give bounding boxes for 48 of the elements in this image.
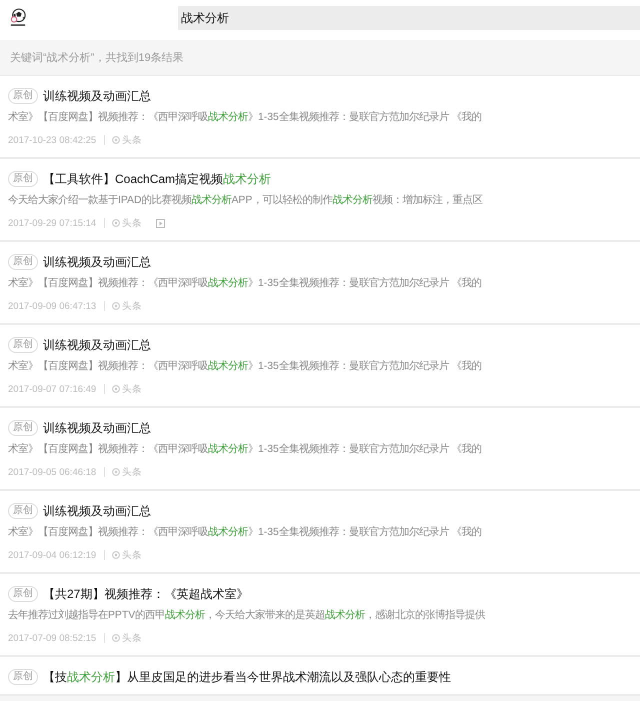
circle-icon bbox=[112, 136, 120, 144]
result-title[interactable]: 训练视频及动画汇总 bbox=[43, 502, 151, 520]
result-title[interactable]: 【工具软件】CoachCam搞定视频战术分析 bbox=[43, 170, 272, 188]
original-badge: 原创 bbox=[8, 420, 38, 436]
search-field[interactable]: 战术分析 bbox=[178, 6, 640, 30]
circle-icon bbox=[112, 468, 120, 476]
result-snippet: 今天给大家介绍一款基于IPAD的比赛视频战术分析APP，可以轻松的制作战术分析视频：增加标注，重点区 bbox=[8, 193, 484, 208]
original-badge: 原创 bbox=[8, 503, 38, 519]
result-date: 2017-09-04 06:12:19 bbox=[8, 550, 96, 560]
result-title[interactable]: 【技战术分析】从里皮国足的进步看当今世界战术潮流以及强队心态的重要性 bbox=[43, 668, 451, 686]
original-badge: 原创 bbox=[8, 88, 38, 104]
source-label: 头条 bbox=[122, 466, 142, 478]
source-label: 头条 bbox=[122, 134, 142, 146]
original-badge: 原创 bbox=[8, 337, 38, 353]
result-title[interactable]: 训练视频及动画汇总 bbox=[43, 88, 151, 104]
source-label: 头条 bbox=[122, 382, 142, 396]
result-date: 2017-10-23 08:42:25 bbox=[8, 134, 96, 146]
result-snippet: 术室》【百度网盘】视频推荐：《西甲深呼吸战术分析》1-35全集视频推荐：曼联官方范加尔纪录片 《我的 bbox=[8, 359, 483, 374]
original-badge: 原创 bbox=[8, 586, 38, 602]
result-date: 2017-09-09 06:47:13 bbox=[8, 300, 96, 312]
source-label: 头条 bbox=[122, 632, 142, 644]
result-title[interactable]: 训练视频及动画汇总 bbox=[43, 254, 151, 270]
circle-icon bbox=[112, 634, 120, 642]
result-title[interactable]: 训练视频及动画汇总 bbox=[43, 336, 151, 354]
play-square-icon[interactable] bbox=[156, 218, 166, 228]
source-label: 头条 bbox=[122, 216, 142, 230]
result-title[interactable]: 【共27期】视频推荐：《英超战术室》 bbox=[43, 586, 248, 602]
result-snippet: 术室》【百度网盘】视频推荐：《西甲深呼吸战术分析》1-35全集视频推荐：曼联官方范加尔纪录片 《我的 bbox=[8, 442, 483, 457]
circle-icon bbox=[112, 219, 120, 227]
result-date: 2017-09-29 07:15:14 bbox=[8, 218, 96, 228]
result-date: 2017-07-09 08:52:15 bbox=[8, 632, 96, 644]
result-count-text: 关键词“战术分析”，共找到19条结果 bbox=[10, 50, 184, 65]
source-label: 头条 bbox=[122, 300, 142, 312]
circle-icon bbox=[112, 385, 120, 393]
result-date: 2017-09-07 07:16:49 bbox=[8, 384, 96, 394]
result-snippet: 术室》【百度网盘】视频推荐：《西甲深呼吸战术分析》1-35全集视频推荐：曼联官方范加尔纪录片 《我的 bbox=[8, 110, 483, 125]
result-snippet: 去年推荐过刘越指导在PPTV的西甲战术分析，今天给大家带来的是英超战术分析，感谢北京的张博指导提供 bbox=[8, 608, 486, 623]
result-snippet: 术室》【百度网盘】视频推荐：《西甲深呼吸战术分析》1-35全集视频推荐：曼联官方范加尔纪录片 《我的 bbox=[8, 525, 483, 540]
original-badge: 原创 bbox=[8, 669, 38, 685]
result-date: 2017-09-05 06:46:18 bbox=[8, 466, 96, 478]
result-snippet: 术室》【百度网盘】视频推荐：《西甲深呼吸战术分析》1-35全集视频推荐：曼联官方范加尔纪录片 《我的 bbox=[8, 276, 483, 291]
source-label: 头条 bbox=[122, 548, 142, 562]
soccer-ball-icon bbox=[10, 8, 26, 28]
result-title[interactable]: 训练视频及动画汇总 bbox=[43, 420, 151, 436]
original-badge: 原创 bbox=[8, 254, 38, 270]
circle-icon bbox=[112, 551, 120, 559]
original-badge: 原创 bbox=[8, 171, 38, 187]
circle-icon bbox=[112, 302, 120, 310]
